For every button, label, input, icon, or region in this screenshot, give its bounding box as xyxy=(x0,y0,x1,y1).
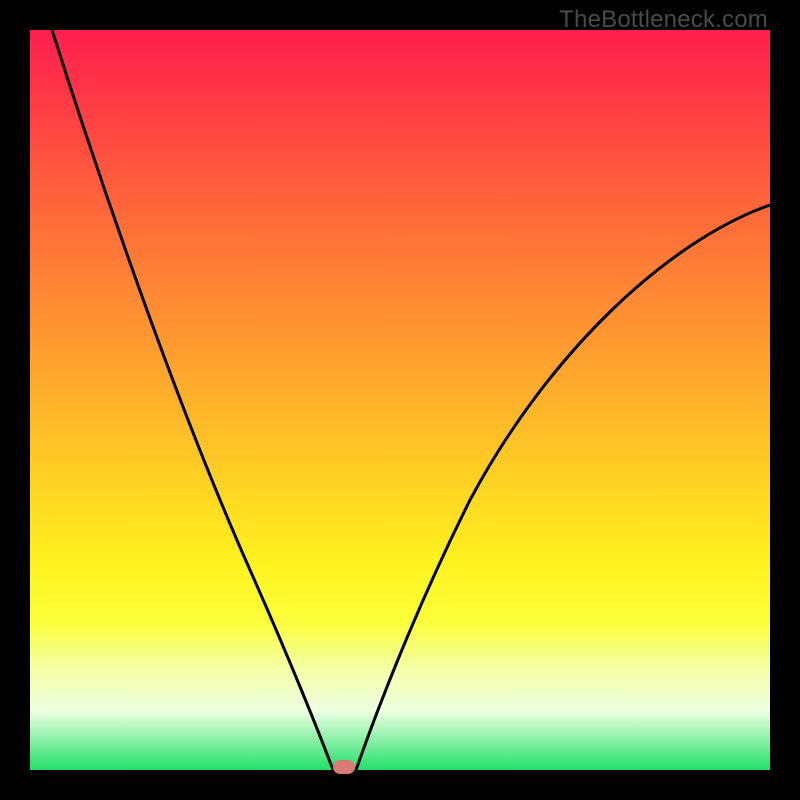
plot-area xyxy=(30,30,770,770)
optimum-marker xyxy=(333,760,355,774)
curve-left-branch xyxy=(52,30,333,770)
chart-frame: TheBottleneck.com xyxy=(0,0,800,800)
bottleneck-curve xyxy=(30,30,770,770)
source-label: TheBottleneck.com xyxy=(559,6,768,34)
curve-right-branch xyxy=(356,205,770,770)
